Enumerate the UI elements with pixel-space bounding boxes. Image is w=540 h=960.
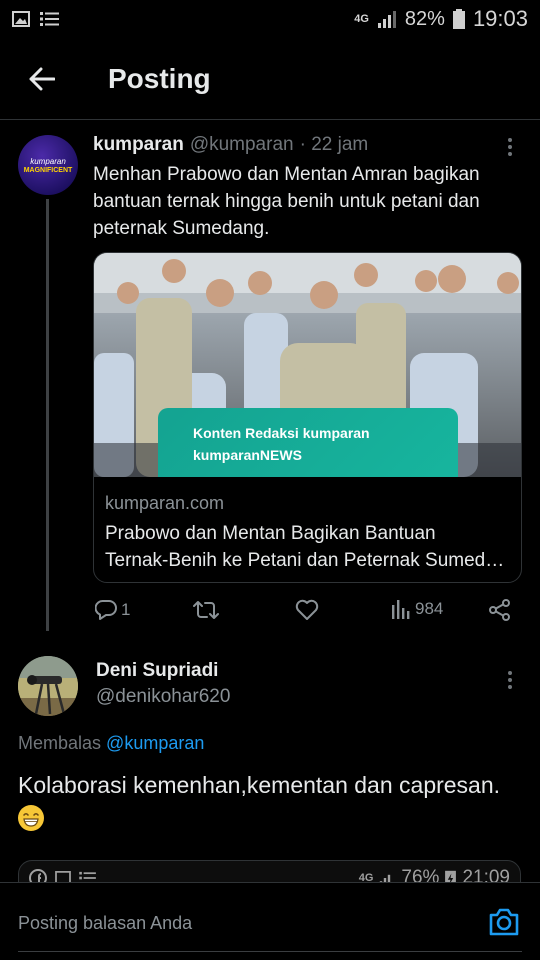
views-icon xyxy=(392,600,410,619)
replying-to: Membalas @kumparan xyxy=(18,733,204,754)
mention-link[interactable]: @kumparan xyxy=(106,733,204,753)
thread-line xyxy=(46,199,49,631)
card-title-line-2: Ternak-Benih ke Petani dan Peternak Sume… xyxy=(105,550,510,571)
card-title-line-1: Prabowo dan Mentan Bagikan Bantuan xyxy=(105,523,436,544)
card-image: Konten Redaksi kumparan kumparanNEWS xyxy=(94,253,521,477)
replying-label: Membalas xyxy=(18,733,102,753)
battery-icon xyxy=(452,9,465,29)
reply-input[interactable]: Posting balasan Anda xyxy=(18,913,192,934)
badge-line-1: Konten Redaksi kumparan xyxy=(193,425,370,441)
signal-icon xyxy=(377,11,396,28)
card-domain: kumparan.com xyxy=(105,493,225,513)
reply-action[interactable]: 1 xyxy=(95,599,130,621)
camera-icon xyxy=(489,908,519,936)
views-action[interactable]: 984 xyxy=(391,599,443,619)
original-post[interactable]: kumparan MAGNIFICENT kumparan @kumparan … xyxy=(0,121,540,641)
reply-text: Kolaborasi kemenhan,kementan dan capresa… xyxy=(18,770,528,831)
avatar[interactable] xyxy=(18,656,78,716)
reply-composer: Posting balasan Anda xyxy=(0,882,540,960)
author-name[interactable]: kumparan xyxy=(93,134,184,156)
grin-emoji-icon xyxy=(18,804,44,831)
reply-author-name[interactable]: Deni Supriadi xyxy=(96,660,218,682)
views-count: 984 xyxy=(415,599,444,618)
clock: 19:03 xyxy=(472,6,528,31)
reply-icon xyxy=(95,600,117,620)
avatar-subtext: MAGNIFICENT xyxy=(23,166,73,174)
badge-line-2: kumparanNEWS xyxy=(193,447,302,463)
reply-text-body: Kolaborasi kemenhan,kementan dan capresa… xyxy=(18,772,501,798)
more-options-icon[interactable] xyxy=(498,135,522,159)
repost-action[interactable] xyxy=(193,599,223,621)
status-left xyxy=(12,11,60,27)
reply-author-handle[interactable]: @denikohar620 xyxy=(96,686,230,708)
status-bar: 4G 82% 19:03 xyxy=(0,0,540,38)
post-header: kumparan @kumparan · 22 jam xyxy=(93,134,368,156)
post-text: Menhan Prabowo dan Mentan Amran bagikan … xyxy=(93,164,480,239)
page-title: Posting xyxy=(108,62,211,94)
reply-count: 1 xyxy=(121,600,131,619)
app-bar: Posting xyxy=(0,38,540,120)
back-button[interactable] xyxy=(0,38,84,120)
camera-button[interactable] xyxy=(488,907,520,937)
more-options-icon[interactable] xyxy=(498,668,522,692)
author-handle[interactable]: @kumparan xyxy=(190,134,294,156)
post-time: · 22 jam xyxy=(299,134,369,155)
status-right: 4G 82% 19:03 xyxy=(354,6,528,32)
post-actions: 1 984 xyxy=(93,599,523,625)
composer-divider xyxy=(18,951,522,952)
share-action[interactable] xyxy=(489,599,511,621)
repost-icon xyxy=(193,601,219,619)
heart-icon xyxy=(295,599,319,620)
content-badge: Konten Redaksi kumparan kumparanNEWS xyxy=(158,408,458,477)
gallery-icon xyxy=(12,11,30,27)
card-title: Prabowo dan Mentan Bagikan Bantuan Terna… xyxy=(105,520,510,574)
share-icon xyxy=(489,599,510,621)
battery-percent: 82% xyxy=(404,7,445,30)
network-type: 4G xyxy=(354,13,369,25)
like-action[interactable] xyxy=(295,599,323,621)
link-card[interactable]: Konten Redaksi kumparan kumparanNEWS kum… xyxy=(93,252,522,583)
list-icon xyxy=(40,12,59,26)
avatar-text: kumparan xyxy=(30,156,66,166)
avatar[interactable]: kumparan MAGNIFICENT xyxy=(18,135,78,195)
arrow-left-icon xyxy=(29,67,55,90)
